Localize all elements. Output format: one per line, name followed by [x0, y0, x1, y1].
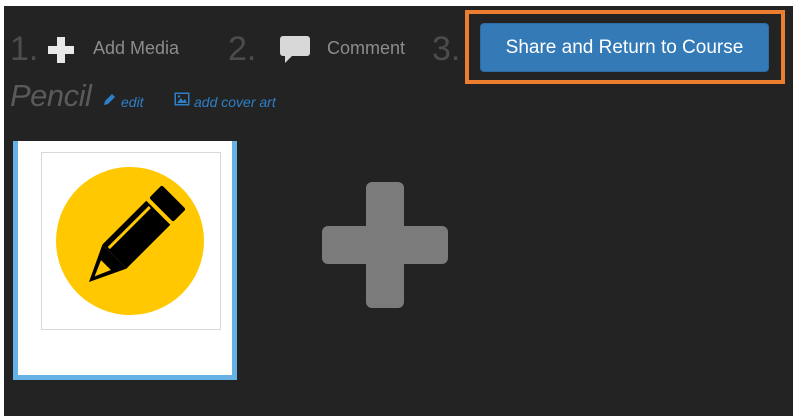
step-3-number: 3. [432, 30, 461, 68]
thumbnail-image-frame [41, 152, 221, 330]
step-1-number: 1. [10, 30, 39, 68]
media-title: Pencil [10, 78, 92, 113]
step-1-label[interactable]: Add Media [93, 38, 179, 58]
image-icon[interactable] [174, 92, 190, 106]
comment-icon [280, 36, 310, 63]
edit-link[interactable]: edit [121, 94, 144, 110]
add-media-plus-icon[interactable] [320, 180, 450, 310]
plus-icon [48, 37, 74, 63]
media-thumbnail-card[interactable] [13, 141, 237, 380]
step-2-number: 2. [228, 30, 257, 68]
media-editor-panel: 1. Add Media 2. Comment 3. Share and Ret… [4, 6, 793, 416]
pencil-icon [56, 167, 204, 315]
add-cover-art-link[interactable]: add cover art [194, 94, 276, 110]
edit-pencil-icon[interactable] [102, 93, 116, 107]
step-2-label[interactable]: Comment [327, 38, 405, 58]
share-and-return-button[interactable]: Share and Return to Course [480, 23, 769, 72]
